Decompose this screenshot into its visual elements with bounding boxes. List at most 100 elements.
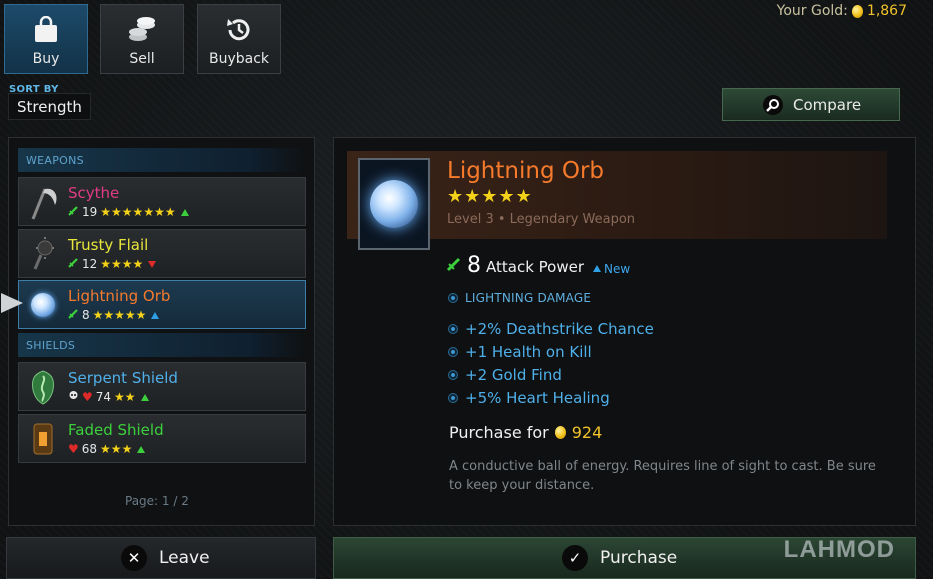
compare-button[interactable]: Compare <box>722 88 900 121</box>
coin-icon <box>851 4 863 18</box>
bullet-icon <box>448 370 458 380</box>
history-icon <box>223 15 255 45</box>
tab-buy-label: Buy <box>32 51 60 67</box>
purchase-label: Purchase <box>600 548 678 568</box>
item-stats: 19 ★★★★★★★ <box>68 205 189 219</box>
attack-label: Attack Power <box>486 258 585 276</box>
item-name: Faded Shield <box>68 421 164 439</box>
item-stat-value: 74 <box>95 390 112 404</box>
section-weapons: WEAPONS <box>18 148 306 172</box>
tab-buyback[interactable]: Buyback <box>197 4 281 74</box>
purchase-label: Purchase for <box>449 423 549 442</box>
leave-button[interactable]: ✕ Leave <box>6 537 316 579</box>
list-item-lightning-orb[interactable]: Lightning Orb 8 ★★★★★ <box>18 280 306 329</box>
item-subtitle: Level 3 • Legendary Weapon <box>447 212 636 227</box>
rating-stars: ★★★★★ <box>92 308 147 322</box>
rating-stars: ★★ <box>114 390 136 404</box>
serpent-shield-icon <box>25 368 61 406</box>
damage-type: LIGHTNING DAMAGE <box>448 291 591 305</box>
list-item-faded-shield[interactable]: Faded Shield ♥ 68 ★★★ <box>18 414 306 463</box>
new-arrow-icon <box>151 311 160 319</box>
bullet-icon <box>448 393 458 403</box>
list-item-serpent-shield[interactable]: Serpent Shield ♥ 74 ★★ <box>18 362 306 411</box>
item-list-panel: WEAPONS Scythe 19 ★★★★★★★ Trusty Flail 1… <box>8 137 315 526</box>
item-name: Lightning Orb <box>68 287 171 305</box>
shopping-bag-icon <box>30 15 62 45</box>
sword-icon <box>68 205 79 219</box>
bonus-label: +2 Gold Find <box>465 366 562 384</box>
bonus-item: +5% Heart Healing <box>448 389 610 407</box>
tab-buy[interactable]: Buy <box>4 4 88 74</box>
bonus-label: +1 Health on Kill <box>465 343 592 361</box>
heart-icon: ♥ <box>68 442 79 456</box>
upgrade-arrow-icon <box>140 393 149 401</box>
sword-icon <box>68 257 79 271</box>
bullet-icon <box>448 347 458 357</box>
purchase-price-row: Purchase for 924 <box>449 423 602 442</box>
upgrade-arrow-icon <box>137 445 146 453</box>
magnifier-icon <box>763 94 783 115</box>
tab-sell[interactable]: Sell <box>100 4 184 74</box>
purchase-price: 924 <box>571 423 603 442</box>
new-arrow-icon <box>593 265 602 272</box>
attack-value: 8 <box>467 253 481 278</box>
watermark-logo: LAHMOD <box>783 536 895 563</box>
sword-icon <box>68 308 79 322</box>
item-stats: ♥ 68 ★★★ <box>68 442 146 456</box>
compare-label: Compare <box>793 95 862 114</box>
item-stat-value: 12 <box>82 257 98 271</box>
close-icon: ✕ <box>121 545 147 571</box>
downgrade-arrow-icon <box>148 260 157 268</box>
item-name: Trusty Flail <box>68 236 149 254</box>
item-stats: 12 ★★★★ <box>68 257 157 271</box>
item-title: Lightning Orb <box>447 158 605 184</box>
flail-icon <box>25 235 61 273</box>
bonus-item: +2 Gold Find <box>448 366 562 384</box>
list-item-trusty-flail[interactable]: Trusty Flail 12 ★★★★ <box>18 229 306 278</box>
faded-shield-icon <box>25 420 61 458</box>
page-indicator: Page: 1 / 2 <box>125 494 189 508</box>
lightning-orb-icon <box>370 180 418 228</box>
bonus-label: +5% Heart Healing <box>465 389 610 407</box>
rating-stars: ★★★ <box>100 442 133 456</box>
coin-stack-icon <box>126 15 158 45</box>
damage-type-label: LIGHTNING DAMAGE <box>465 291 592 305</box>
rating-stars: ★★★★★★★ <box>100 205 176 219</box>
new-badge: New <box>593 262 630 276</box>
new-label: New <box>604 261 631 276</box>
item-stats: 8 ★★★★★ <box>68 308 160 322</box>
item-portrait <box>358 158 430 250</box>
attack-power-row: 8 Attack Power New <box>446 253 630 278</box>
gold-display: Your Gold: 1,867 <box>777 3 907 19</box>
selection-pointer-icon <box>1 293 23 313</box>
rating-stars: ★★★★ <box>100 257 144 271</box>
gold-amount: 1,867 <box>866 3 907 19</box>
coin-icon <box>554 426 566 439</box>
gold-label: Your Gold: <box>776 3 848 19</box>
tab-sell-label: Sell <box>129 51 155 67</box>
skull-icon <box>68 390 79 404</box>
bonus-item: +2% Deathstrike Chance <box>448 320 654 338</box>
item-description: A conductive ball of energy. Requires li… <box>449 459 876 493</box>
tab-buyback-label: Buyback <box>208 51 270 67</box>
item-stat-value: 8 <box>82 308 90 322</box>
item-stat-value: 68 <box>81 442 98 456</box>
item-stat-value: 19 <box>82 205 98 219</box>
upgrade-arrow-icon <box>180 208 189 216</box>
bullet-icon <box>448 324 458 334</box>
bonus-item: +1 Health on Kill <box>448 343 592 361</box>
item-name: Serpent Shield <box>68 369 178 387</box>
bullet-icon <box>448 293 458 303</box>
sword-icon <box>446 256 462 276</box>
section-shields: SHIELDS <box>18 333 306 357</box>
item-rating-stars: ★★★★★ <box>447 186 533 207</box>
checkmark-icon: ✓ <box>562 545 588 571</box>
list-item-scythe[interactable]: Scythe 19 ★★★★★★★ <box>18 177 306 226</box>
bonus-label: +2% Deathstrike Chance <box>465 320 654 338</box>
scythe-icon <box>25 183 61 221</box>
sort-by-select[interactable]: Strength <box>8 93 91 120</box>
heart-icon: ♥ <box>82 390 93 404</box>
item-stats: ♥ 74 ★★ <box>68 390 149 404</box>
orb-icon <box>25 286 61 324</box>
leave-label: Leave <box>159 548 210 568</box>
